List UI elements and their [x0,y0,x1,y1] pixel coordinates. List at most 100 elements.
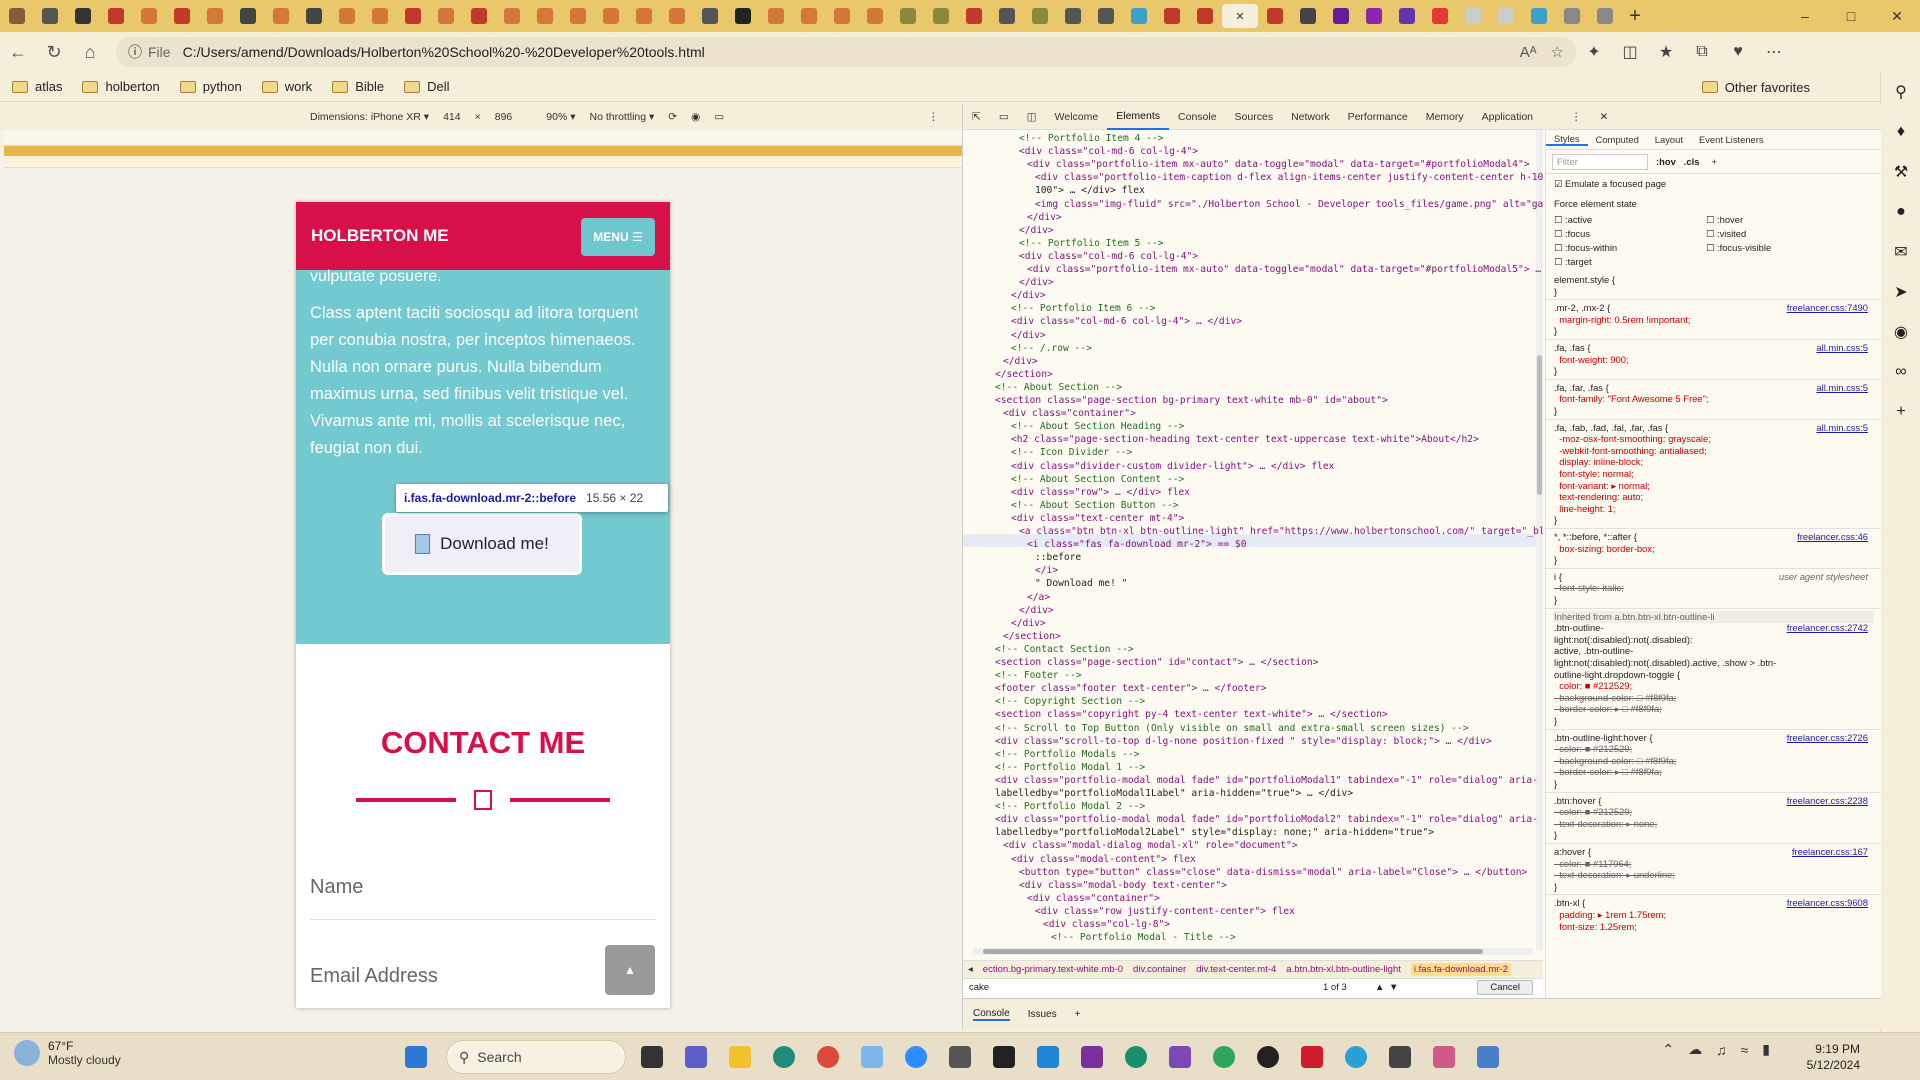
style-line[interactable]: *, *::before, *::after { [1554,531,1637,543]
chevron-up-icon[interactable]: ⌃ [1662,1041,1674,1058]
dom-node[interactable]: <div class="portfolio-item mx-auto" data… [1027,158,1530,171]
devtools-tab-sources[interactable]: Sources [1226,104,1283,130]
stylesheet-link[interactable]: all.min.css:5 [1816,342,1868,353]
dom-node[interactable]: ::before [1035,551,1081,564]
browser-tab[interactable] [166,4,198,28]
download-button[interactable]: Download me! [382,513,582,575]
tools-icon[interactable]: ⚒ [1881,152,1920,192]
microphone-icon[interactable]: ♫ [1716,1042,1727,1058]
style-line[interactable]: line-height: 1; [1554,503,1615,515]
dom-node[interactable]: </div> [1011,617,1046,630]
dom-node[interactable]: </div> [1003,355,1038,368]
dom-node[interactable]: </div> [1011,289,1046,302]
dom-node[interactable]: 100"> … </div> flex [1035,184,1145,197]
bookmark-folder[interactable]: Dell [404,79,450,94]
address-url[interactable]: C:/Users/amend/Downloads/Holberton%20Sch… [183,44,1506,60]
style-line[interactable]: .btn-outline- [1554,622,1604,634]
shopping-icon[interactable]: ♦ [1881,112,1920,152]
dom-node[interactable]: <!-- Scroll to Top Button (Only visible … [995,722,1469,735]
browser-tab[interactable] [925,4,957,28]
breadcrumb-item[interactable]: div.container [1133,964,1186,975]
stylesheet-link[interactable]: freelancer.css:9608 [1787,897,1868,908]
task-view-icon[interactable] [632,1039,672,1075]
breadcrumb-item[interactable]: a.btn.btn-xl.btn-outline-light [1286,964,1401,975]
browser-tab[interactable] [430,4,462,28]
height-input[interactable]: 896 [495,111,513,123]
drawer-tab-console[interactable]: Console [973,1008,1010,1021]
dom-node[interactable]: <div class="modal-content"> flex [1011,853,1196,866]
browser-tab[interactable] [1259,4,1291,28]
dom-node[interactable]: </section> [995,368,1053,381]
add-icon[interactable]: + [1881,392,1920,432]
dimensions-select[interactable]: Dimensions: iPhone XR ▾ [310,111,429,123]
stylesheet-link[interactable]: freelancer.css:167 [1792,846,1868,857]
state-checkbox[interactable]: ☐ :focus-visible [1706,242,1771,254]
app-icon[interactable] [1336,1039,1376,1075]
bookmark-folder[interactable]: atlas [12,79,62,94]
browser-tab[interactable] [199,4,231,28]
browser-tab[interactable] [1424,4,1456,28]
back-icon[interactable]: ← [0,36,36,68]
state-checkbox[interactable]: ☐ :focus-within [1554,242,1617,254]
add-drawer-tab-icon[interactable]: + [1075,1009,1081,1020]
style-line[interactable]: } [1554,325,1557,337]
battery-icon[interactable]: ▮ [1762,1041,1770,1058]
style-line[interactable]: font-family: "Font Awesome 5 Free"; [1554,393,1708,405]
minimize-icon[interactable]: – [1782,0,1828,32]
drawer-tab-issues[interactable]: Issues [1028,1009,1057,1020]
dom-node[interactable]: <section class="copyright py-4 text-cent… [995,708,1388,721]
cloud-icon[interactable]: ☁ [1688,1041,1702,1058]
onenote-icon[interactable] [1072,1039,1112,1075]
styles-tab-event-listeners[interactable]: Event Listeners [1691,134,1772,145]
browser-tab[interactable] [1189,4,1221,28]
browser-tab[interactable] [1490,4,1522,28]
browser-tab[interactable] [1024,4,1056,28]
state-checkbox[interactable]: ☐ :visited [1706,228,1746,240]
dom-node[interactable]: </i> [1035,564,1058,577]
send-icon[interactable]: ➤ [1881,272,1920,312]
breadcrumb-item[interactable]: div.text-center.mt-4 [1196,964,1276,975]
browser-tab[interactable] [298,4,330,28]
devtools-tab-console[interactable]: Console [1169,104,1226,130]
breadcrumb-item[interactable]: ection.bg-primary.text-white.mb-0 [983,964,1123,975]
styles-tab-layout[interactable]: Layout [1647,134,1691,145]
style-line[interactable]: text-decoration: ▸ underline; [1554,869,1675,881]
dom-node[interactable]: <!-- Footer --> [995,669,1082,682]
app-icon[interactable] [1424,1039,1464,1075]
style-line[interactable]: .btn-xl { [1554,897,1585,909]
app-icon[interactable] [1292,1039,1332,1075]
style-line[interactable]: light:not(:disabled):not(.disabled).acti… [1554,657,1776,669]
app-icon[interactable]: ∞ [1881,352,1920,392]
dom-node[interactable]: <!-- About Section Content --> [1011,473,1184,486]
dom-node[interactable]: <!-- About Section --> [995,381,1122,394]
browser-tab[interactable] [1325,4,1357,28]
stylesheet-link[interactable]: all.min.css:5 [1816,422,1868,433]
browser-tab[interactable] [826,4,858,28]
browser-tab[interactable] [364,4,396,28]
more-menu-icon[interactable]: ⋯ [1756,36,1792,68]
browser-tab[interactable] [232,4,264,28]
width-input[interactable]: 414 [443,111,461,123]
edge-icon[interactable] [764,1039,804,1075]
dom-node[interactable]: <!-- Portfolio Item 6 --> [1011,302,1155,315]
dom-horizontal-scrollbar[interactable] [973,948,1533,955]
new-rule-icon[interactable]: + [1711,156,1716,167]
style-line[interactable]: } [1554,829,1557,841]
dom-node[interactable]: </div> [1019,224,1054,237]
browser-tab[interactable] [1457,4,1489,28]
dom-node[interactable]: <div class="col-md-6 col-lg-4"> … </div> [1011,315,1242,328]
prev-match-icon[interactable]: ▲ [1375,982,1384,993]
dom-node[interactable]: </div> [1019,604,1054,617]
more-options-icon[interactable]: ⋮ [928,111,939,123]
app-icon[interactable] [940,1039,980,1075]
devtools-tab-elements[interactable]: Elements [1107,104,1170,130]
style-line[interactable]: .fa, .fas { [1554,342,1590,354]
app-icon[interactable] [852,1039,892,1075]
outlook-icon[interactable]: ✉ [1881,232,1920,272]
style-line[interactable]: color: ■ #212529; [1554,680,1632,692]
cls-toggle[interactable]: .cls [1684,156,1700,167]
close-window-icon[interactable]: ✕ [1874,0,1920,32]
browser-tab[interactable] [760,4,792,28]
next-match-icon[interactable]: ▼ [1389,982,1398,993]
style-line[interactable]: i { [1554,571,1562,583]
